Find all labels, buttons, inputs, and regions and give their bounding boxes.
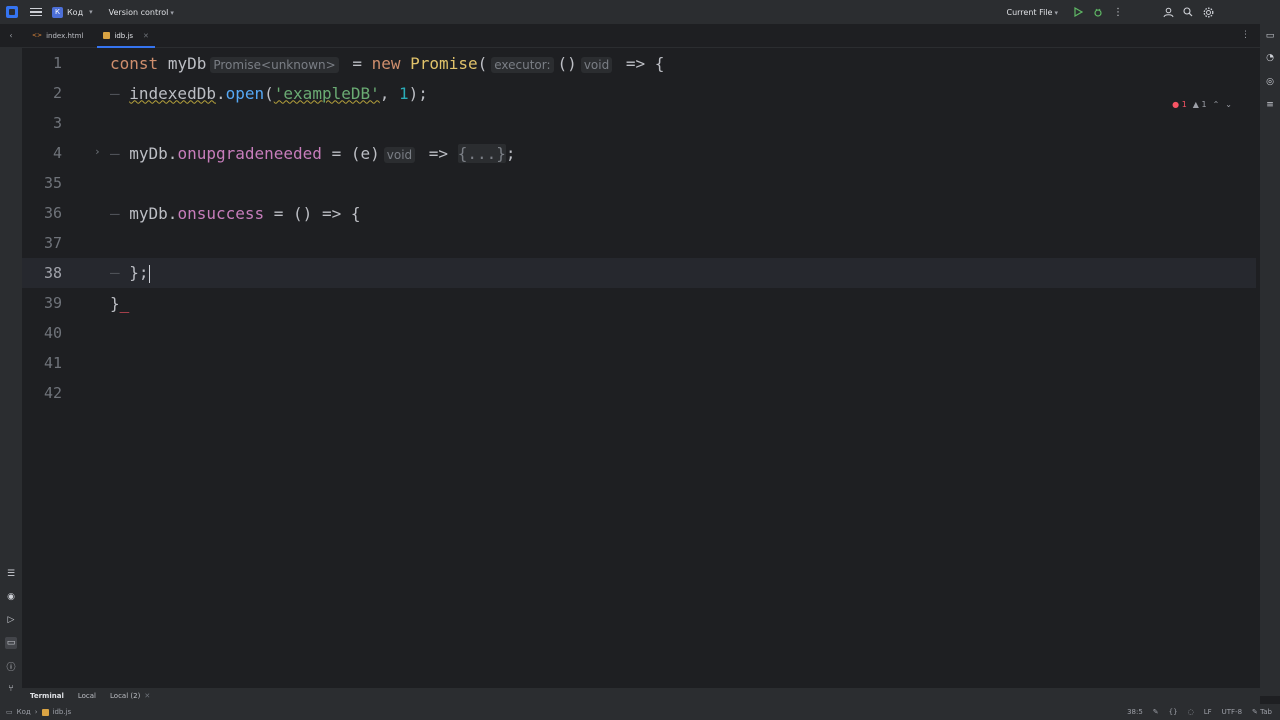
close-tab-icon[interactable]: ✕ bbox=[143, 32, 149, 40]
editor-tab-bar: ‹ <> index.html idb.js ✕ ⋮ bbox=[0, 24, 1280, 48]
code-line: 4 › — myDb.onupgradeneeded = (e) void => … bbox=[22, 138, 1256, 168]
chevron-down-icon: ▾ bbox=[89, 8, 93, 16]
run-icon[interactable] bbox=[1068, 2, 1088, 22]
project-folder-icon[interactable]: ▭ bbox=[1264, 30, 1276, 42]
notifications-icon[interactable]: ◔ bbox=[1264, 52, 1276, 64]
line-number: 40 bbox=[43, 324, 62, 342]
close-tab-icon[interactable]: ✕ bbox=[144, 692, 150, 700]
run-config-selector[interactable]: Current File ▾ bbox=[1007, 8, 1059, 17]
left-tool-strip: ☰ ◉ ▷ ▭ ⓘ ⑂ bbox=[0, 48, 22, 720]
version-control-menu[interactable]: Version control ▾ bbox=[109, 8, 174, 17]
code-text: — }; bbox=[110, 263, 150, 283]
error-marker: _ bbox=[119, 293, 130, 313]
edit-pencil-icon[interactable]: ✎ bbox=[1153, 708, 1159, 716]
line-number: 38 bbox=[43, 264, 62, 282]
services-icon[interactable]: ◉ bbox=[5, 591, 17, 603]
tab-label: idb.js bbox=[114, 31, 134, 40]
sync-icon[interactable]: ◌ bbox=[1188, 708, 1194, 716]
ai-assistant-icon[interactable]: ◎ bbox=[1264, 76, 1276, 88]
title-bar: К Код ▾ Version control ▾ Current File ▾ ⋮ bbox=[0, 0, 1280, 24]
file-encoding[interactable]: UTF-8 bbox=[1222, 708, 1242, 716]
terminal-tab-local[interactable]: Local bbox=[78, 692, 96, 700]
chevron-down-icon: ▾ bbox=[1054, 8, 1058, 17]
right-tool-strip: ▭ ◔ ◎ ≡ bbox=[1260, 24, 1280, 696]
line-number: 35 bbox=[43, 174, 62, 192]
line-number: 42 bbox=[43, 384, 62, 402]
type-hint: Promise<unknown> bbox=[210, 56, 339, 73]
parameter-hint: executor: bbox=[491, 56, 554, 73]
html-file-icon: <> bbox=[32, 32, 43, 39]
code-editor[interactable]: ● 1 ▲ 1 ⌃ ⌄ 1 const myDb Promise<unknown>… bbox=[22, 48, 1260, 688]
return-type-hint: void bbox=[383, 146, 416, 163]
line-number: 2 bbox=[52, 84, 62, 102]
code-text: }_ bbox=[110, 293, 130, 313]
project-selector[interactable]: К Код ▾ bbox=[52, 6, 93, 18]
project-badge: К bbox=[52, 6, 63, 18]
run-tool-icon[interactable]: ▷ bbox=[5, 614, 17, 626]
tab-idb-js[interactable]: idb.js ✕ bbox=[93, 24, 159, 48]
git-icon[interactable]: ⑂ bbox=[5, 683, 17, 695]
terminal-tab-local-2[interactable]: Local (2) bbox=[110, 692, 140, 700]
project-name: Код bbox=[67, 7, 84, 17]
terminal-icon[interactable]: ▭ bbox=[5, 637, 17, 649]
code-line: 2 — indexedDb.open('exampleDB', 1); bbox=[22, 78, 1256, 108]
caret-position[interactable]: 38:5 bbox=[1127, 708, 1143, 716]
line-number: 37 bbox=[43, 234, 62, 252]
code-line: 36 — myDb.onsuccess = () => { bbox=[22, 198, 1256, 228]
structure-icon[interactable]: ☰ bbox=[5, 568, 17, 580]
code-line: 40 bbox=[22, 318, 1256, 348]
code-text: — myDb.onupgradeneeded = (e) void => {...… bbox=[110, 143, 516, 163]
run-config-label: Current File bbox=[1006, 7, 1053, 17]
tab-scroll-left-icon[interactable]: ‹ bbox=[0, 24, 22, 47]
tab-options-icon[interactable]: ⋮ bbox=[1241, 30, 1250, 40]
code-line: 41 bbox=[22, 348, 1256, 378]
terminal-title[interactable]: Terminal bbox=[30, 692, 64, 700]
code-line: 42 bbox=[22, 378, 1256, 408]
main-menu-button[interactable] bbox=[30, 7, 42, 17]
search-icon[interactable] bbox=[1178, 2, 1198, 22]
code-line: 35 bbox=[22, 168, 1256, 198]
code-text: — indexedDb.open('exampleDB', 1); bbox=[110, 83, 428, 103]
terminal-tab-bar: Terminal Local Local (2) ✕ bbox=[22, 688, 1260, 704]
code-line: 3 bbox=[22, 108, 1256, 138]
version-control-label: Version control bbox=[108, 7, 169, 17]
problems-icon[interactable]: ⓘ bbox=[5, 660, 17, 673]
return-type-hint: void bbox=[580, 56, 613, 73]
code-line-current: 38 — }; bbox=[22, 258, 1256, 288]
status-bar: ▭ Код › idb.js 38:5 ✎ {} ◌ LF UTF-8 ✎ Ta… bbox=[0, 704, 1280, 720]
text-caret bbox=[148, 264, 150, 283]
code-text: — myDb.onsuccess = () => { bbox=[110, 203, 361, 223]
debug-icon[interactable] bbox=[1088, 2, 1108, 22]
line-number: 4 bbox=[52, 144, 62, 162]
code-line: 39 }_ bbox=[22, 288, 1256, 318]
chevron-right-icon: › bbox=[34, 708, 38, 716]
breadcrumb: ▭ Код › idb.js bbox=[6, 708, 71, 716]
line-number: 41 bbox=[43, 354, 62, 372]
code-text: const myDb Promise<unknown> = new Promise… bbox=[110, 53, 665, 73]
line-number: 1 bbox=[52, 54, 62, 72]
js-file-icon bbox=[41, 708, 49, 716]
ide-logo-icon bbox=[6, 6, 18, 18]
account-icon[interactable] bbox=[1158, 2, 1178, 22]
js-file-icon bbox=[103, 32, 111, 39]
settings-gear-icon[interactable] bbox=[1198, 2, 1218, 22]
breadcrumb-file[interactable]: idb.js bbox=[53, 708, 72, 716]
line-separator[interactable]: LF bbox=[1204, 708, 1212, 716]
code-line: 1 const myDb Promise<unknown> = new Promi… bbox=[22, 48, 1256, 78]
tab-index-html[interactable]: <> index.html bbox=[22, 24, 93, 47]
chevron-down-icon: ▾ bbox=[170, 8, 174, 17]
breadcrumb-project[interactable]: Код bbox=[17, 708, 31, 716]
line-number: 3 bbox=[52, 114, 62, 132]
tab-label: index.html bbox=[46, 31, 84, 40]
indent-setting[interactable]: ✎ Tab bbox=[1252, 708, 1272, 716]
code-line: 37 bbox=[22, 228, 1256, 258]
database-icon[interactable]: ≡ bbox=[1264, 99, 1276, 111]
more-actions-icon[interactable]: ⋮ bbox=[1108, 2, 1128, 22]
expand-fold-icon[interactable]: › bbox=[94, 145, 101, 158]
lsp-icon[interactable]: {} bbox=[1169, 708, 1178, 716]
line-number: 36 bbox=[43, 204, 62, 222]
folded-code-block[interactable]: {...} bbox=[457, 143, 506, 163]
project-crumb-icon: ▭ bbox=[6, 708, 13, 716]
line-number: 39 bbox=[43, 294, 62, 312]
